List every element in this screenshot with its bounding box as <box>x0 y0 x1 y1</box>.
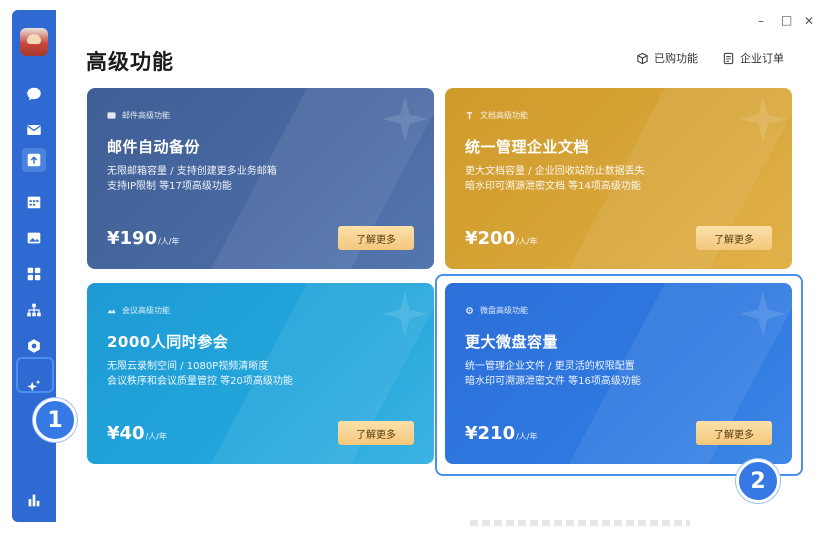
stats-icon[interactable] <box>24 490 44 510</box>
receipt-icon <box>723 52 734 64</box>
page-title: 高级功能 <box>86 50 174 74</box>
enterprise-orders-label: 企业订单 <box>740 52 784 65</box>
meeting-feature-card[interactable]: 会议高级功能 2000人同时参会 无限云录制空间 / 1080P视频清晰度 会议… <box>87 283 434 464</box>
bottom-edge-artifact <box>470 520 690 526</box>
meeting-tag-icon <box>107 309 116 314</box>
mail-icon[interactable] <box>24 120 44 140</box>
apps-grid-icon[interactable] <box>24 264 44 284</box>
purchased-features-label: 已购功能 <box>654 52 698 65</box>
card-price: ¥190 /人/年 <box>107 228 180 249</box>
learn-more-button[interactable]: 了解更多 <box>338 226 414 250</box>
card-tag: 文档高级功能 <box>465 110 528 121</box>
learn-more-button[interactable]: 了解更多 <box>696 226 772 250</box>
minimize-button[interactable]: – <box>758 14 764 28</box>
card-title: 2000人同时参会 <box>107 333 229 351</box>
purchased-features-button[interactable]: 已购功能 <box>636 50 698 66</box>
card-description: 更大文档容量 / 企业回收站防止数据丢失 暗水印可溯源泄密文档 等14项高级功能 <box>465 166 645 192</box>
sidebar <box>12 10 56 522</box>
calendar-icon[interactable] <box>24 192 44 212</box>
doc-tag-icon <box>466 112 473 120</box>
cube-icon[interactable] <box>24 336 44 356</box>
card-price: ¥40 /人/年 <box>107 423 167 444</box>
disk-card-highlight-outline <box>435 274 803 476</box>
card-price: ¥200 /人/年 <box>465 228 538 249</box>
avatar[interactable] <box>20 28 48 56</box>
close-button[interactable]: ✕ <box>804 14 814 28</box>
card-tag: 邮件高级功能 <box>107 110 170 121</box>
step-badge-2: 2 <box>736 459 780 503</box>
mail-tag-icon <box>107 112 116 119</box>
card-description: 无限云录制空间 / 1080P视频清晰度 会议秩序和会议质量管控 等20项高级功… <box>107 361 293 387</box>
image-icon[interactable] <box>24 228 44 248</box>
document-icon[interactable] <box>24 150 44 170</box>
enterprise-orders-button[interactable]: 企业订单 <box>722 50 784 66</box>
box-icon <box>637 52 648 64</box>
mail-feature-card[interactable]: 邮件高级功能 邮件自动备份 无限邮箱容量 / 支持创建更多业务邮箱 支持IP限制… <box>87 88 434 269</box>
app-window: – □ ✕ 高级功能 已购功能 企业订单 邮件高级功能 邮件自动备份 无限邮箱容… <box>0 0 838 534</box>
maximize-button[interactable]: □ <box>781 13 792 27</box>
step-badge-1: 1 <box>33 398 77 442</box>
card-title: 邮件自动备份 <box>107 138 201 156</box>
card-tag: 会议高级功能 <box>107 305 170 316</box>
org-chart-icon[interactable] <box>24 300 44 320</box>
learn-more-button[interactable]: 了解更多 <box>338 421 414 445</box>
card-description: 无限邮箱容量 / 支持创建更多业务邮箱 支持IP限制 等17项高级功能 <box>107 166 277 192</box>
docs-feature-card[interactable]: 文档高级功能 统一管理企业文档 更大文档容量 / 企业回收站防止数据丢失 暗水印… <box>445 88 792 269</box>
sidebar-highlight-outline <box>16 357 54 393</box>
chat-icon[interactable] <box>24 84 44 104</box>
card-title: 统一管理企业文档 <box>465 138 590 156</box>
